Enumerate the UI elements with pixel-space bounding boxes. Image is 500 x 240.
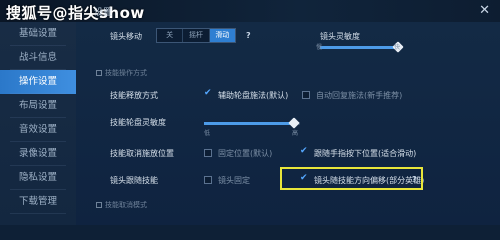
settings-panel: 镜头移动 关 摇杆 滑动 ? 镜头灵敏度 慢 快 技能操作方式 技能释放方式 ✔… <box>76 22 500 225</box>
help-icon[interactable]: ? <box>246 31 251 40</box>
section-header-skill: 技能操作方式 <box>96 68 147 78</box>
camera-move-segmented: 关 摇杆 滑动 <box>156 28 236 43</box>
sidebar-item-controls[interactable]: 操作设置 <box>0 70 76 94</box>
wheel-sensitivity-min: 低 <box>204 130 211 137</box>
sidebar-item-layout[interactable]: 布局设置 <box>0 94 76 118</box>
sidebar-item-audio[interactable]: 音效设置 <box>0 118 76 142</box>
camera-sensitivity-slider[interactable] <box>320 41 404 53</box>
cancel-position-option-follow[interactable]: 跟随手指按下位置(适合滑动) <box>314 148 416 159</box>
wheel-sensitivity-handle[interactable] <box>288 117 300 129</box>
sidebar-item-downloads[interactable]: 下载管理 <box>0 190 76 214</box>
sidebar-item-privacy[interactable]: 隐私设置 <box>0 166 76 190</box>
page-title: 设置 <box>94 8 113 18</box>
camera-sensitivity-label: 镜头灵敏度 <box>320 32 360 41</box>
watermark: 搜狐号@指尖show <box>6 4 145 22</box>
close-icon[interactable]: ✕ <box>479 3 490 18</box>
camera-follow-label: 镜头跟随技能 <box>110 176 158 185</box>
section-icon <box>96 70 102 76</box>
camera-move-option-swipe[interactable]: 滑动 <box>209 29 235 42</box>
section-header-cancel-label: 技能取消模式 <box>105 201 147 209</box>
sidebar-item-basic[interactable]: 基础设置 <box>0 22 76 46</box>
sidebar: 基础设置 战斗信息 操作设置 布局设置 音效设置 录像设置 隐私设置 下载管理 <box>0 22 76 225</box>
wheel-sensitivity-fill <box>204 122 293 125</box>
wheel-sensitivity-slider[interactable] <box>204 117 300 129</box>
skill-release-option-wheel[interactable]: 辅助轮盘施法(默认) <box>218 90 288 101</box>
checkmark-icon[interactable]: ✔ <box>300 146 308 156</box>
section-header-cancel: 技能取消模式 <box>96 200 147 210</box>
camera-sensitivity-max: 快 <box>394 44 401 51</box>
cancel-position-label: 技能取消施放位置 <box>110 149 174 158</box>
checkmark-icon[interactable]: ✔ <box>204 88 212 98</box>
wheel-sensitivity-max: 高 <box>292 130 299 137</box>
skill-release-label: 技能释放方式 <box>110 91 158 100</box>
camera-move-label: 镜头移动 <box>110 32 142 41</box>
sidebar-item-battle-info[interactable]: 战斗信息 <box>0 46 76 70</box>
cancel-position-option-fixed[interactable]: 固定位置(默认) <box>218 148 272 159</box>
wheel-sensitivity-label: 技能轮盘灵敏度 <box>110 118 166 127</box>
sidebar-item-replay[interactable]: 录像设置 <box>0 142 76 166</box>
highlight-box <box>280 167 423 190</box>
camera-move-option-joystick[interactable]: 摇杆 <box>183 29 210 42</box>
camera-move-option-off[interactable]: 关 <box>157 29 184 42</box>
checkbox-fixed-position[interactable] <box>204 149 212 157</box>
skill-release-option-auto[interactable]: 自动回复施法(新手推荐) <box>316 90 402 101</box>
camera-sensitivity-fill <box>320 46 398 49</box>
checkbox-auto-cast[interactable] <box>302 91 310 99</box>
section-header-skill-label: 技能操作方式 <box>105 69 147 77</box>
camera-sensitivity-min: 慢 <box>316 44 323 51</box>
section-icon <box>96 202 102 208</box>
top-bar: 搜狐号@指尖show 设置 ✕ <box>0 0 500 22</box>
camera-follow-option-fixed[interactable]: 镜头固定 <box>218 175 250 186</box>
checkbox-camera-fixed[interactable] <box>204 176 212 184</box>
